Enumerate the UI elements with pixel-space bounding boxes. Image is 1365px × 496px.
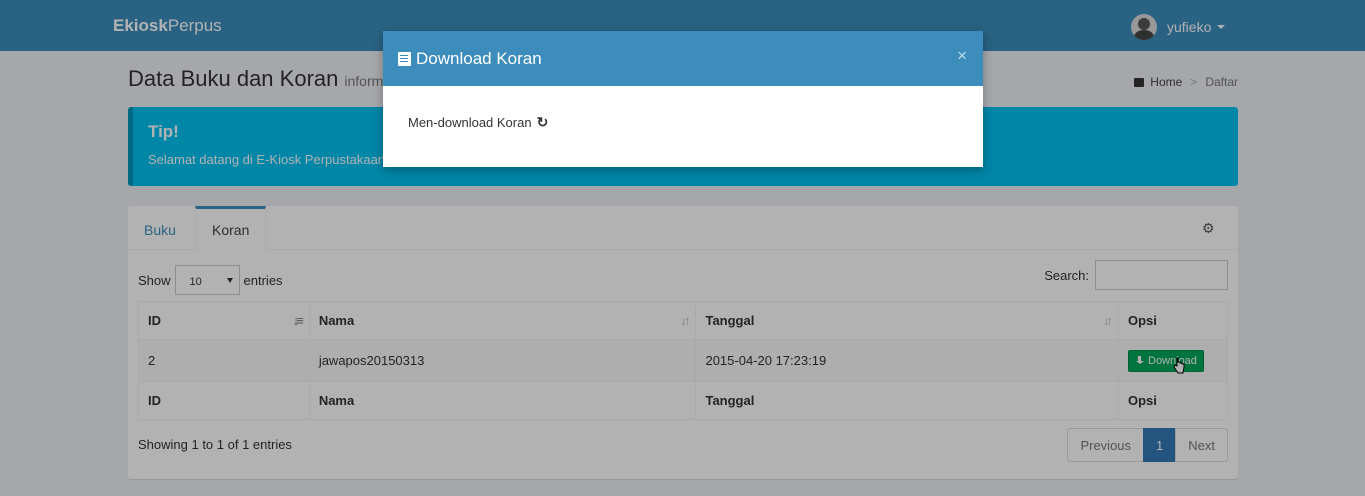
book-icon bbox=[398, 52, 411, 66]
close-icon[interactable]: × bbox=[957, 46, 967, 66]
refresh-icon: ↻ bbox=[536, 114, 549, 130]
modal-title: Download Koran bbox=[398, 49, 542, 69]
modal-message: Men-download Koran bbox=[408, 115, 532, 130]
modal-header: Download Koran × bbox=[383, 31, 983, 86]
modal-title-text: Download Koran bbox=[416, 49, 542, 68]
modal-body: Men-download Koran ↻ bbox=[383, 86, 983, 159]
download-modal: Download Koran × Men-download Koran ↻ bbox=[383, 31, 983, 167]
